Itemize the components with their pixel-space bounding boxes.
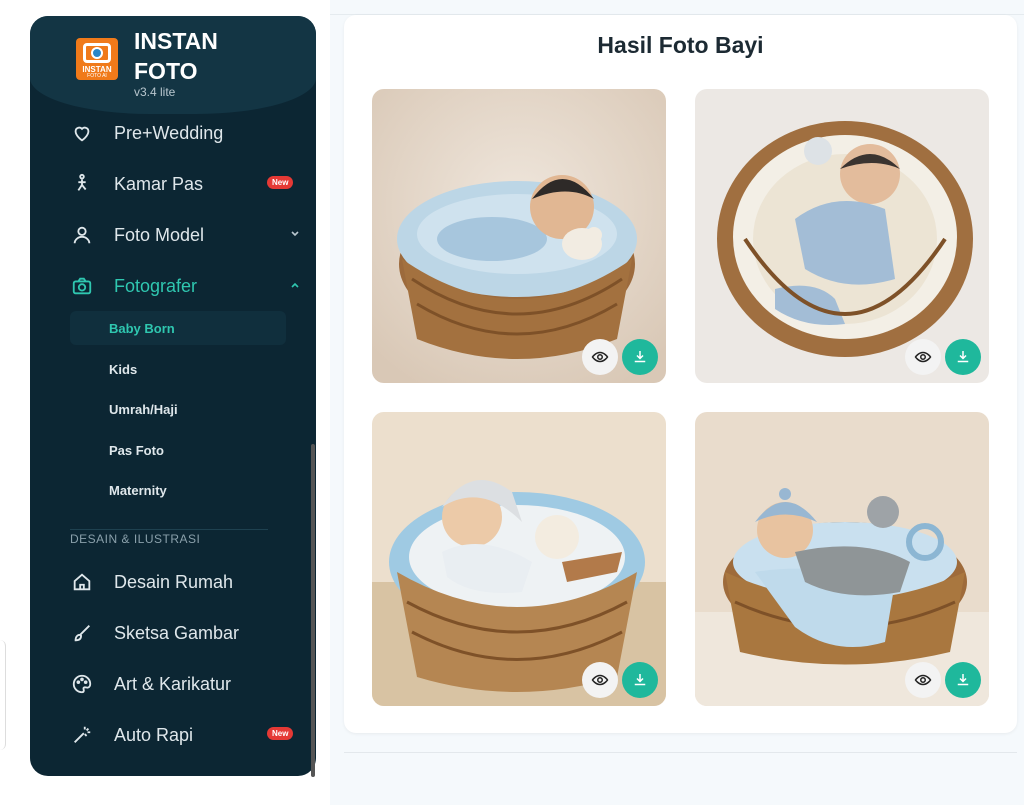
preview-button[interactable] xyxy=(905,339,941,375)
sidebar-item-fotografer[interactable]: Fotografer xyxy=(70,270,299,302)
photo-image xyxy=(372,412,666,706)
sidebar-item-label: Foto Model xyxy=(114,224,205,245)
sub-item-maternity[interactable]: Maternity xyxy=(70,473,286,507)
result-photo[interactable] xyxy=(372,89,666,383)
section-divider xyxy=(70,529,268,530)
person-icon xyxy=(70,172,94,196)
sidebar-item-auto-rapi[interactable]: Auto Rapi New xyxy=(70,719,294,751)
magic-wand-icon xyxy=(70,723,94,747)
sub-item-pas-foto[interactable]: Pas Foto xyxy=(70,433,286,467)
sidebar-item-label: Auto Rapi xyxy=(114,724,194,745)
brand-name: INSTAN FOTO xyxy=(134,28,218,84)
sidebar-item-desain-rumah[interactable]: Desain Rumah xyxy=(70,566,280,598)
photo-image xyxy=(695,412,989,706)
sub-item-umrah-haji[interactable]: Umrah/Haji xyxy=(70,392,286,426)
sidebar-item-label: Sketsa Gambar xyxy=(114,622,240,643)
eye-icon xyxy=(914,674,932,686)
preview-button[interactable] xyxy=(905,662,941,698)
sub-item-baby-born[interactable]: Baby Born xyxy=(70,311,286,345)
download-button[interactable] xyxy=(945,662,981,698)
sidebar-item-pre-wedding[interactable]: Pre+Wedding xyxy=(70,117,280,149)
home-icon xyxy=(70,570,94,594)
preview-button[interactable] xyxy=(582,339,618,375)
download-button[interactable] xyxy=(945,339,981,375)
sidebar-item-label: Pre+Wedding xyxy=(114,122,224,143)
download-icon xyxy=(634,674,646,686)
sidebar-item-kamar-pas[interactable]: Kamar Pas New xyxy=(70,168,294,200)
sidebar-item-art-karikatur[interactable]: Art & Karikatur xyxy=(70,668,280,700)
sidebar-item-label: Kamar Pas xyxy=(114,173,204,194)
app-version: v3.4 lite xyxy=(134,85,176,99)
section-label-desain: DESAIN & ILUSTRASI xyxy=(70,532,201,546)
chevron-down-icon xyxy=(291,231,299,237)
app-logo: INSTAN FOTO AI xyxy=(76,38,118,80)
palette-icon xyxy=(70,672,94,696)
sidebar: INSTAN FOTO AI INSTAN FOTO v3.4 lite Pre… xyxy=(30,16,316,776)
sub-item-kids[interactable]: Kids xyxy=(70,352,286,386)
new-badge: New xyxy=(267,727,294,740)
download-icon xyxy=(634,351,646,363)
result-photo[interactable] xyxy=(372,412,666,706)
new-badge: New xyxy=(267,176,294,189)
camera-icon xyxy=(70,274,94,298)
result-photo[interactable] xyxy=(695,412,989,706)
download-button[interactable] xyxy=(622,339,658,375)
download-icon xyxy=(957,351,969,363)
sidebar-item-foto-model[interactable]: Foto Model xyxy=(70,219,299,251)
sidebar-item-label: Desain Rumah xyxy=(114,571,234,592)
sidebar-item-label: Art & Karikatur xyxy=(114,673,232,694)
user-icon xyxy=(70,223,94,247)
eye-icon xyxy=(591,674,609,686)
heart-icon xyxy=(70,121,94,145)
eye-icon xyxy=(591,351,609,363)
bottom-divider xyxy=(344,752,1017,753)
sidebar-item-label: Fotografer xyxy=(114,275,198,296)
photo-image xyxy=(372,89,666,383)
sidebar-scrollbar[interactable] xyxy=(311,444,315,777)
sidebar-item-sketsa-gambar[interactable]: Sketsa Gambar xyxy=(70,617,280,649)
window-edge xyxy=(0,640,6,750)
chevron-up-icon xyxy=(291,282,299,288)
download-icon xyxy=(957,674,969,686)
app-page: INSTAN FOTO AI INSTAN FOTO v3.4 lite Pre… xyxy=(0,0,1024,805)
brush-icon xyxy=(70,621,94,645)
preview-button[interactable] xyxy=(582,662,618,698)
result-photo[interactable] xyxy=(695,89,989,383)
page-title: Hasil Foto Bayi xyxy=(597,32,764,58)
download-button[interactable] xyxy=(622,662,658,698)
brand-header: INSTAN FOTO AI INSTAN FOTO v3.4 lite xyxy=(30,16,316,114)
photo-image xyxy=(695,89,989,383)
eye-icon xyxy=(914,351,932,363)
